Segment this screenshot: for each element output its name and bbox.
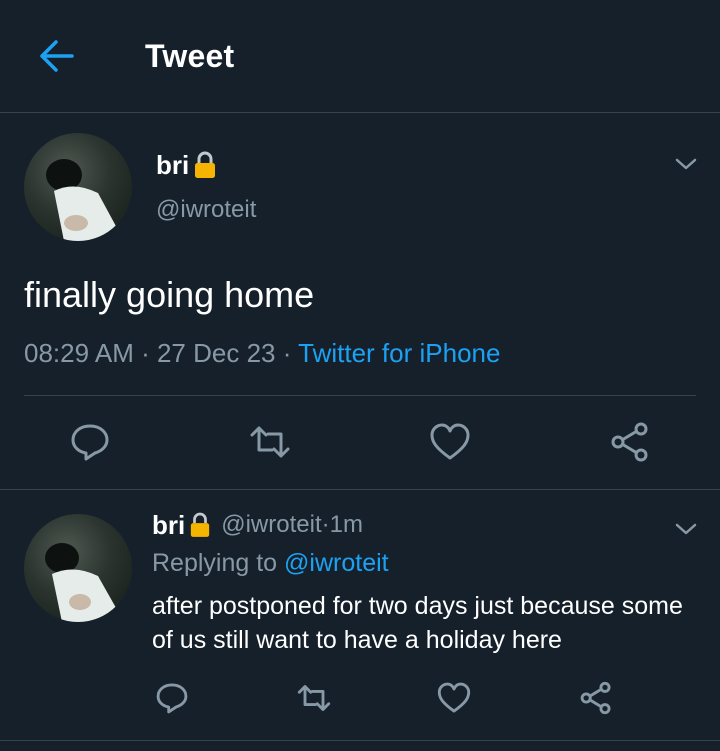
chevron-down-icon[interactable]: [674, 156, 698, 172]
meta-separator: ·: [133, 338, 157, 368]
divider: [24, 395, 696, 396]
like-icon[interactable]: [428, 420, 472, 464]
avatar[interactable]: [24, 133, 132, 241]
lock-icon: [195, 151, 216, 178]
share-icon[interactable]: [608, 420, 652, 464]
replying-to-mention[interactable]: @iwroteit: [284, 549, 389, 577]
tweet-time: 08:29 AM: [24, 338, 134, 368]
tweet-actions: [0, 420, 720, 464]
top-bar: Tweet: [0, 0, 720, 113]
tweet-meta: 08:29 AM · 27 Dec 23 · Twitter for iPhon…: [24, 338, 500, 369]
meta-separator: ·: [321, 511, 330, 538]
replying-to: Replying to @iwroteit: [152, 549, 389, 578]
author-handle[interactable]: @iwroteit: [156, 196, 256, 224]
reply-age: 1m: [329, 511, 363, 538]
reply-avatar[interactable]: [24, 514, 132, 622]
author-row: bri: [156, 148, 217, 182]
reply-author-name[interactable]: bri: [152, 510, 185, 541]
author-name[interactable]: bri: [156, 150, 189, 181]
share-icon[interactable]: [578, 680, 614, 716]
reply-author-handle[interactable]: @iwroteit: [221, 511, 321, 539]
meta-separator: ·: [275, 338, 299, 368]
replying-prefix: Replying to: [152, 549, 285, 577]
reply-icon[interactable]: [154, 680, 190, 716]
tweet-source-link[interactable]: Twitter for iPhone: [298, 338, 500, 368]
retweet-icon[interactable]: [296, 680, 332, 716]
reply-icon[interactable]: [68, 420, 112, 464]
reply-author-row: bri @iwroteit · 1m: [152, 508, 363, 542]
tweet-date: 27 Dec 23: [156, 338, 276, 368]
retweet-icon[interactable]: [248, 420, 292, 464]
reply-text: after postponed for two days just becaus…: [152, 592, 683, 654]
divider: [0, 489, 720, 490]
lock-icon: [191, 512, 210, 537]
divider: [0, 740, 720, 741]
page-title: Tweet: [145, 38, 235, 74]
reply-actions: [0, 680, 720, 720]
chevron-down-icon[interactable]: [674, 521, 698, 537]
arrow-left-icon[interactable]: [36, 38, 76, 74]
like-icon[interactable]: [436, 680, 472, 716]
tweet-text: finally going home: [24, 274, 315, 315]
